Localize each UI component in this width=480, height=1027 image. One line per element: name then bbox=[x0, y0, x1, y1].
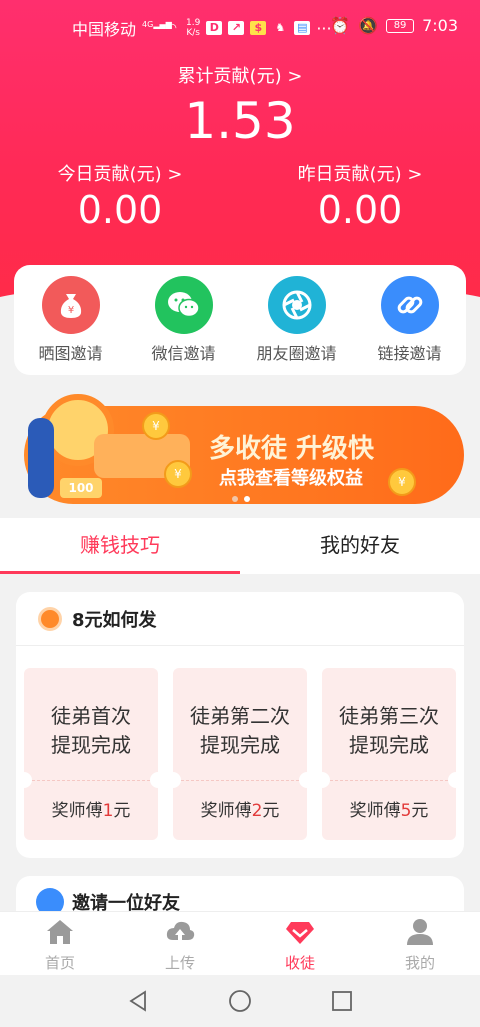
yesterday-contribution-label[interactable]: 昨日贡献(元) > bbox=[240, 160, 480, 186]
app-notification-icon: D bbox=[206, 21, 223, 35]
status-bar: 中国移动 4G▂▄▆ ◠ 1.9 K/s D ↗ $ ♞ ▤ ··· ⏰ 🔕 8… bbox=[0, 0, 480, 54]
back-icon[interactable] bbox=[126, 989, 150, 1013]
ticket-condition: 提现完成 bbox=[349, 733, 429, 757]
invite-by-image-label: 晒图邀请 bbox=[38, 344, 103, 363]
today-contribution-value: 0.00 bbox=[77, 188, 163, 232]
coin-icon: ¥ bbox=[164, 460, 192, 488]
diamond-icon bbox=[286, 922, 314, 944]
invite-methods-card: ¥ 晒图邀请 微信邀请 朋友圈邀请 链接邀请 bbox=[14, 265, 466, 375]
today-contribution-label[interactable]: 今日贡献(元) > bbox=[0, 160, 240, 186]
ticket-condition: 提现完成 bbox=[200, 733, 280, 757]
tab-my-friends[interactable]: 我的好友 bbox=[240, 518, 480, 574]
ticket-divider bbox=[330, 780, 448, 781]
tab-money-tips[interactable]: 赚钱技巧 bbox=[0, 518, 240, 574]
invite-by-image-button[interactable]: ¥ 晒图邀请 bbox=[14, 276, 127, 364]
invite-by-moments-label: 朋友圈邀请 bbox=[256, 344, 337, 363]
svg-text:¥: ¥ bbox=[67, 305, 73, 316]
content-tabs: 赚钱技巧 我的好友 bbox=[0, 518, 480, 574]
alarm-icon: ⏰ bbox=[330, 16, 351, 35]
network-speed: 1.9 K/s bbox=[186, 18, 201, 38]
signal-icon: 4G▂▄▆ bbox=[142, 20, 172, 29]
battery-icon: 89 bbox=[386, 18, 415, 33]
money-tag-illustration: 100 bbox=[60, 478, 102, 498]
wechat-icon bbox=[154, 276, 213, 334]
home-icon bbox=[47, 920, 73, 944]
person-illustration bbox=[28, 418, 54, 498]
reward-rules-title: 8元如何发 bbox=[72, 609, 157, 631]
system-navigation-bar bbox=[0, 975, 480, 1027]
yesterday-contribution-value: 0.00 bbox=[317, 188, 403, 232]
level-benefits-banner[interactable]: ¥ ¥ ¥ 100 多收徒 升级快 点我查看等级权益 bbox=[14, 388, 466, 510]
nav-apprentice[interactable]: 收徒 bbox=[240, 912, 360, 975]
money-bag-icon: ¥ bbox=[41, 276, 100, 334]
cloud-upload-icon bbox=[166, 921, 195, 942]
link-icon bbox=[380, 276, 439, 334]
nav-profile-label: 我的 bbox=[404, 954, 435, 972]
gift-icon bbox=[38, 606, 62, 631]
reward-ticket: 徒弟第二次提现完成 奖师傅2元 bbox=[165, 668, 315, 840]
photo-notification-icon: ▤ bbox=[294, 21, 311, 35]
reward-rules-card: 8元如何发 徒弟首次提现完成 奖师傅1元 徒弟第二次提现完成 奖师傅2元 徒弟第… bbox=[16, 592, 464, 858]
carousel-indicator bbox=[232, 496, 250, 502]
recent-apps-icon[interactable] bbox=[330, 989, 354, 1013]
bottom-navigation: 首页 上传 收徒 我的 bbox=[0, 911, 480, 975]
ticket-divider bbox=[32, 780, 150, 781]
ticket-reward: 奖师傅5元 bbox=[349, 801, 429, 821]
ticket-condition: 徒弟首次 bbox=[51, 704, 131, 728]
coin-icon: ¥ bbox=[388, 468, 416, 496]
ticket-reward: 奖师傅2元 bbox=[200, 801, 280, 821]
nav-apprentice-label: 收徒 bbox=[284, 954, 315, 972]
ticket-condition: 徒弟第二次 bbox=[190, 704, 290, 728]
banner-title: 多收徒 升级快 bbox=[209, 434, 375, 464]
invite-by-moments-button[interactable]: 朋友圈邀请 bbox=[240, 276, 353, 364]
reward-ticket: 徒弟首次提现完成 奖师傅1元 bbox=[16, 668, 166, 840]
carousel-dot[interactable] bbox=[232, 496, 238, 502]
carrier-name: 中国移动 bbox=[72, 20, 137, 39]
total-contribution-label[interactable]: 累计贡献(元) > bbox=[0, 62, 480, 88]
coupon-notification-icon: $ bbox=[250, 21, 267, 35]
ticket-condition: 徒弟第三次 bbox=[339, 704, 439, 728]
nav-home-label: 首页 bbox=[44, 954, 75, 972]
banner-subtitle: 点我查看等级权益 bbox=[219, 468, 363, 489]
ticket-divider bbox=[181, 780, 299, 781]
clock: 7:03 bbox=[422, 16, 458, 35]
mute-icon: 🔕 bbox=[358, 16, 379, 35]
total-contribution-value: 1.53 bbox=[184, 92, 296, 150]
invite-by-wechat-label: 微信邀请 bbox=[151, 344, 216, 363]
nav-upload-label: 上传 bbox=[164, 954, 195, 972]
reward-amount: 2 bbox=[251, 801, 263, 821]
nav-upload[interactable]: 上传 bbox=[120, 912, 240, 975]
wifi-icon: ◠ bbox=[167, 21, 177, 34]
ticket-condition: 提现完成 bbox=[51, 733, 131, 757]
invite-by-link-label: 链接邀请 bbox=[377, 344, 442, 363]
moments-icon bbox=[267, 276, 326, 334]
nav-profile[interactable]: 我的 bbox=[360, 912, 480, 975]
carousel-dot-active[interactable] bbox=[244, 496, 250, 502]
qq-icon: ♞ bbox=[275, 21, 286, 34]
ticket-reward: 奖师傅1元 bbox=[51, 801, 131, 821]
coin-icon: ¥ bbox=[142, 412, 170, 440]
reward-amount: 1 bbox=[102, 801, 114, 821]
reward-rules-header: 8元如何发 bbox=[16, 592, 464, 646]
reward-tickets: 徒弟首次提现完成 奖师傅1元 徒弟第二次提现完成 奖师傅2元 徒弟第三次提现完成… bbox=[16, 668, 464, 840]
reward-amount: 5 bbox=[400, 801, 412, 821]
app-page: 中国移动 4G▂▄▆ ◠ 1.9 K/s D ↗ $ ♞ ▤ ··· ⏰ 🔕 8… bbox=[0, 0, 480, 1027]
chart-notification-icon: ↗ bbox=[228, 21, 245, 35]
reward-ticket: 徒弟第三次提现完成 奖师傅5元 bbox=[314, 668, 464, 840]
invite-by-wechat-button[interactable]: 微信邀请 bbox=[127, 276, 240, 364]
nav-home[interactable]: 首页 bbox=[0, 912, 120, 975]
home-circle-icon[interactable] bbox=[228, 989, 252, 1013]
user-icon bbox=[407, 919, 433, 945]
invite-by-link-button[interactable]: 链接邀请 bbox=[353, 276, 466, 364]
